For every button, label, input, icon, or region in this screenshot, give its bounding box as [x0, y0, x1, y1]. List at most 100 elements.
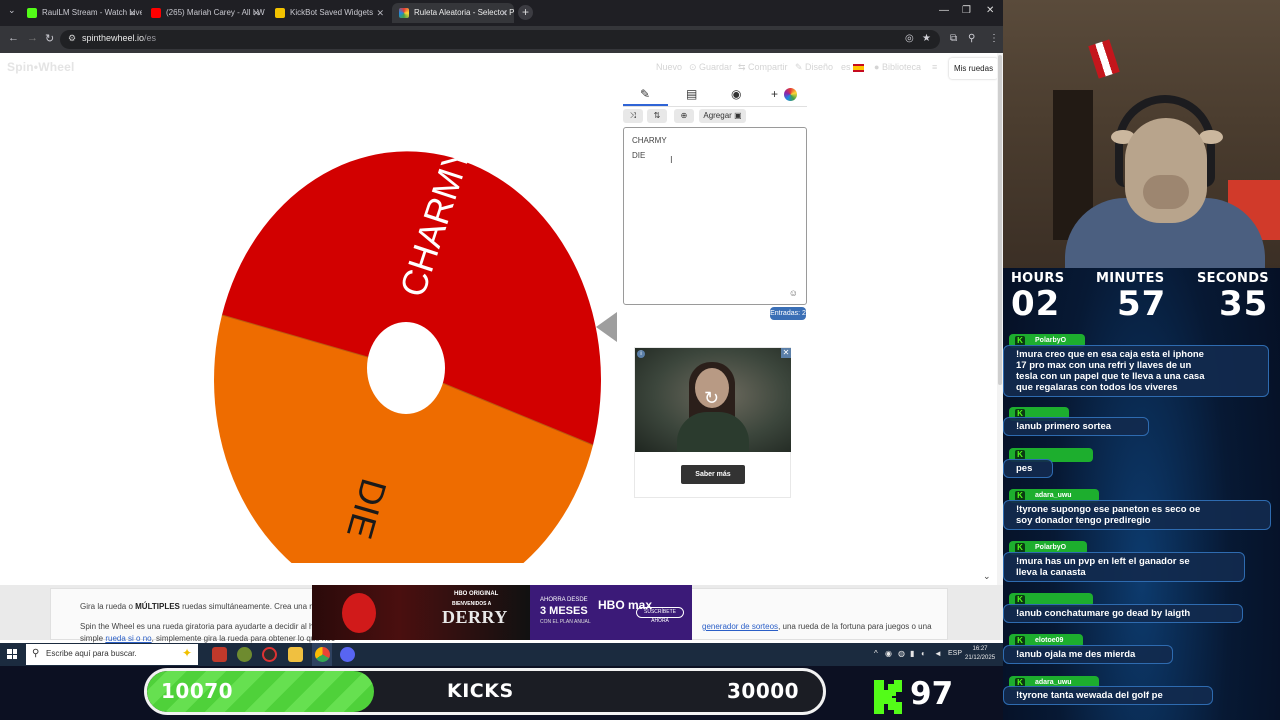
- hbo-banner-ad[interactable]: HBO ORIGINAL BIENVENIDOS A DERRY AHORRA …: [312, 585, 692, 640]
- biblioteca-button[interactable]: ● Biblioteca: [874, 62, 921, 72]
- tray-app-icon[interactable]: ◐: [921, 649, 926, 658]
- bookmark-star-icon[interactable]: ★: [922, 33, 931, 44]
- image-icon: ⊕: [680, 111, 688, 120]
- tab-close-icon[interactable]: ✕: [252, 3, 260, 23]
- tab-youtube[interactable]: (265) Mariah Carey - All I W ✕: [144, 3, 266, 23]
- chat-message-line: pes: [1016, 463, 1033, 474]
- ad-info-icon[interactable]: i: [637, 350, 645, 358]
- hide-eye-icon[interactable]: ◉: [731, 87, 741, 101]
- color-wheel-icon[interactable]: [784, 88, 797, 101]
- url-path: /es: [144, 33, 157, 43]
- tab-title: RaulLM Stream - Watch Live o: [42, 8, 142, 17]
- kick-subs-count: 97: [910, 676, 954, 712]
- emoji-icon[interactable]: ☺: [789, 288, 798, 298]
- chrome-icon[interactable]: [315, 647, 330, 662]
- tab-close-icon[interactable]: ✕: [500, 3, 508, 23]
- generador-link[interactable]: generador de sorteos: [702, 622, 778, 631]
- entry-line: CHARMY: [632, 136, 667, 145]
- tab-title: (265) Mariah Carey - All I W: [166, 8, 265, 17]
- ad-video-frame[interactable]: ↻ i ✕: [635, 348, 791, 452]
- red-balloon-image: [342, 593, 376, 633]
- add-image-icon: ▣: [734, 111, 742, 120]
- ad-close-icon[interactable]: ✕: [781, 348, 791, 358]
- obs-icon[interactable]: [262, 647, 277, 662]
- windows-start-icon[interactable]: [7, 649, 17, 659]
- taskbar-search-input[interactable]: ⚲ Escribe aquí para buscar. ✦: [26, 644, 198, 665]
- scroll-down-chevron-icon[interactable]: ⌄: [983, 571, 991, 582]
- tab-raullm[interactable]: RaulLM Stream - Watch Live o ✕: [20, 3, 142, 23]
- scrollbar-thumb[interactable]: [998, 55, 1002, 385]
- extension-icon[interactable]: ⧉: [950, 33, 957, 44]
- chat-message: !tyrone supongo ese paneton es seco oe so…: [1003, 500, 1271, 530]
- chat-message: !anub ojala me des mierda: [1003, 645, 1173, 664]
- hbo-original-label: HBO ORIGINAL: [454, 591, 499, 597]
- tab-close-icon[interactable]: ✕: [376, 3, 384, 23]
- kick-favicon-icon: [27, 8, 37, 18]
- url-field[interactable]: ⚙ spinthewheel.io/es: [60, 30, 940, 49]
- microphone-icon[interactable]: ▮: [910, 649, 914, 658]
- tab-ruleta[interactable]: Ruleta Aleatoria - Selector Pers ✕: [392, 3, 514, 23]
- clipboard-icon[interactable]: ▤: [686, 87, 697, 101]
- tab-search-icon[interactable]: ⌄: [8, 5, 16, 16]
- discord-icon[interactable]: [340, 647, 355, 662]
- tray-app-icon[interactable]: ◉: [885, 649, 892, 658]
- tab-bar: ⌄ RaulLM Stream - Watch Live o ✕ (265) M…: [0, 0, 1003, 26]
- taskbar-clock[interactable]: 16:27 21/12/2025: [965, 645, 995, 663]
- edit-pencil-icon[interactable]: ✎: [640, 87, 650, 101]
- language-indicator[interactable]: ESP: [948, 650, 962, 657]
- search-icon: ⚲: [32, 648, 40, 659]
- derry-title: DERRY: [442, 607, 508, 627]
- profile-icon[interactable]: ⚲: [968, 33, 975, 44]
- saber-mas-button[interactable]: Saber más: [681, 465, 745, 484]
- diseno-button[interactable]: ✎ Diseño: [795, 62, 833, 73]
- chat-message-line: 17 pro max con una refri y llaves de un: [1016, 360, 1192, 371]
- mis-ruedas-button[interactable]: Mis ruedas: [949, 58, 998, 79]
- menu-kebab-icon[interactable]: ⋮: [989, 33, 999, 44]
- hamburger-icon[interactable]: ≡: [932, 62, 937, 72]
- forward-icon[interactable]: →: [27, 32, 38, 44]
- video-ad[interactable]: ↻ i ✕ Saber más: [634, 347, 791, 498]
- share-icon: ⇆: [738, 62, 749, 72]
- new-tab-button[interactable]: +: [518, 5, 533, 20]
- chat-message: !anub primero sortea: [1003, 417, 1149, 436]
- suscribete-button[interactable]: SUSCRÍBETE AHORA: [636, 607, 684, 624]
- nuevo-button[interactable]: Nuevo: [656, 62, 682, 72]
- shuffle-button[interactable]: ⤨: [623, 109, 643, 123]
- kicks-current: 10070: [161, 679, 234, 703]
- wheel-pointer: [596, 312, 617, 342]
- tab-close-icon[interactable]: ✕: [128, 3, 136, 23]
- site-logo[interactable]: Spin•Wheel: [7, 60, 75, 74]
- close-window-icon[interactable]: ✕: [986, 5, 994, 16]
- add-wheel-icon[interactable]: +: [771, 87, 778, 101]
- app-icon[interactable]: [237, 647, 252, 662]
- maximize-icon[interactable]: ❐: [962, 5, 971, 16]
- file-explorer-icon[interactable]: [288, 647, 303, 662]
- meses-label: 3 MESES: [540, 605, 588, 617]
- tab-kickbot[interactable]: KickBot Saved Widgets ✕: [268, 3, 390, 23]
- agregar-button[interactable]: Agregar ▣: [699, 109, 746, 123]
- image-button[interactable]: ⊕: [674, 109, 694, 123]
- chat-message-line: !tyrone supongo ese paneton es seco oe: [1016, 504, 1201, 515]
- guardar-button[interactable]: ⊙ Guardar: [689, 62, 732, 73]
- compartir-button[interactable]: ⇆ Compartir: [738, 62, 788, 73]
- intro-line-3: simple rueda si o no, simplemente gira l…: [80, 634, 335, 643]
- site-info-icon[interactable]: ⚙: [68, 33, 76, 44]
- rueda-si-no-link[interactable]: rueda si o no: [105, 634, 151, 643]
- intro-bold: MÚLTIPLES: [135, 602, 180, 611]
- eye-off-icon[interactable]: ◎: [905, 33, 914, 44]
- spin-wheel[interactable]: CHARMY DIE: [200, 93, 610, 563]
- agregar-label: Agregar: [703, 111, 732, 120]
- entries-textarea[interactable]: CHARMY DIE I ☺: [623, 127, 807, 305]
- volume-icon[interactable]: ◄: [934, 649, 942, 658]
- replay-icon[interactable]: ↻: [704, 388, 719, 409]
- reload-icon[interactable]: ↻: [45, 32, 54, 45]
- tray-app-icon[interactable]: ◍: [898, 649, 905, 658]
- minimize-icon[interactable]: —: [939, 5, 949, 16]
- app-icon[interactable]: [212, 647, 227, 662]
- web-page: Spin•Wheel Nuevo ⊙ Guardar ⇆ Compartir ✎…: [0, 53, 1003, 585]
- back-icon[interactable]: ←: [8, 32, 19, 44]
- screen: ⌄ RaulLM Stream - Watch Live o ✕ (265) M…: [0, 0, 1280, 720]
- language-selector[interactable]: es: [841, 62, 851, 72]
- sort-button[interactable]: ⇅: [647, 109, 667, 123]
- tray-chevron-icon[interactable]: ^: [874, 649, 878, 658]
